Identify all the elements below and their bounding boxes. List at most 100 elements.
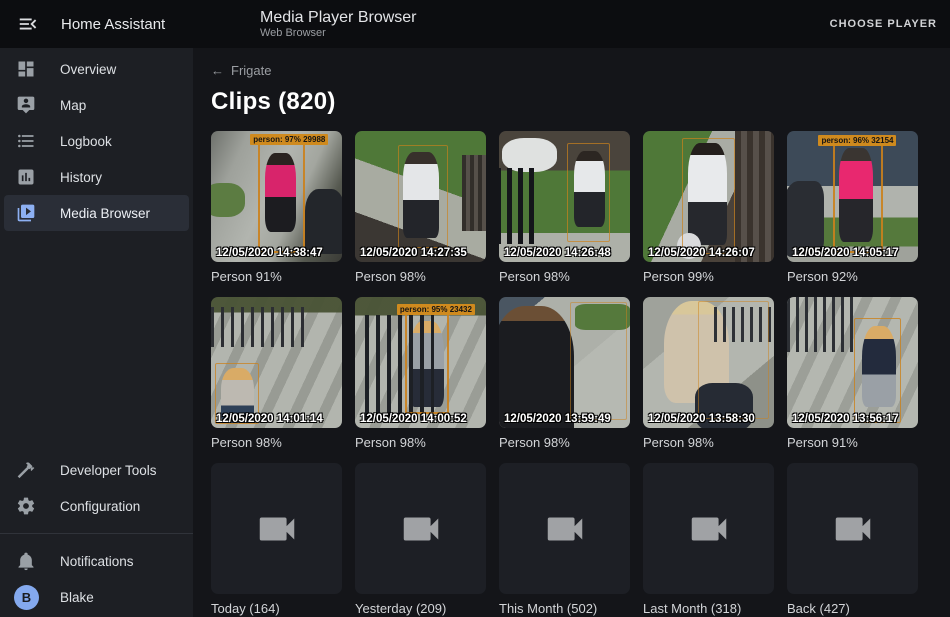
clip-timestamp: 12/05/2020 14:26:07	[648, 247, 755, 259]
clip-item[interactable]: 12/05/2020 14:26:07 Person 99%	[643, 131, 774, 284]
clip-item[interactable]: 12/05/2020 14:01:14Person 98%	[211, 297, 342, 450]
clip-thumbnail: person: 97% 29988 12/05/2020 14:38:47	[211, 131, 342, 262]
detection-label: person: 96% 32154	[818, 135, 896, 146]
detection-label: person: 95% 23432	[397, 304, 475, 315]
sidebar-item-label: Developer Tools	[60, 463, 157, 478]
panel-subtitle: Web Browser	[260, 27, 817, 40]
sidebar-item-developer-tools[interactable]: Developer Tools	[4, 452, 189, 488]
sidebar-item-label: Overview	[60, 62, 116, 77]
folder-caption: Today (164)	[211, 601, 342, 616]
clip-item[interactable]: person: 95% 2343212/05/2020 14:00:52Pers…	[355, 297, 486, 450]
breadcrumb-back[interactable]: ← Frigate	[211, 63, 271, 78]
clip-caption: Person 99%	[643, 269, 774, 284]
sidebar-item-label: Logbook	[60, 134, 112, 149]
menu-open-icon	[17, 13, 39, 35]
clip-thumbnail: person: 96% 32154 12/05/2020 14:05:17	[787, 131, 918, 262]
sidebar-item-profile[interactable]: B Blake	[4, 579, 189, 615]
clip-item[interactable]: 12/05/2020 14:26:48 Person 98%	[499, 131, 630, 284]
clip-caption: Person 98%	[499, 435, 630, 450]
history-icon	[16, 167, 36, 187]
folder-thumbnail	[499, 463, 630, 594]
gear-icon	[16, 496, 36, 516]
panel-header: Media Player Browser Web Browser	[193, 8, 817, 40]
clip-item[interactable]: 12/05/2020 13:56:17 Person 91%	[787, 297, 918, 450]
detection-label: person: 97% 29988	[250, 134, 328, 145]
clip-timestamp: 12/05/2020 14:05:17	[792, 247, 899, 259]
video-camera-icon	[542, 506, 588, 552]
scene-shape	[462, 155, 486, 231]
sidebar-item-media-browser[interactable]: Media Browser	[4, 195, 189, 231]
detection-bbox	[567, 143, 610, 243]
clip-thumbnail: 12/05/2020 14:26:48	[499, 131, 630, 262]
sidebar-item-label: History	[60, 170, 102, 185]
scene-shape	[499, 306, 574, 428]
folder-item[interactable]: This Month (502)	[499, 463, 630, 616]
video-camera-icon	[254, 506, 300, 552]
top-app-bar: Home Assistant Media Player Browser Web …	[0, 0, 950, 48]
folder-thumbnail	[211, 463, 342, 594]
sidebar-item-map[interactable]: Map	[4, 87, 189, 123]
folder-item[interactable]: Yesterday (209)	[355, 463, 486, 616]
folder-thumbnail	[643, 463, 774, 594]
sidebar-item-label: Notifications	[60, 554, 134, 569]
hammer-icon	[16, 460, 36, 480]
sidebar-item-label: Map	[60, 98, 86, 113]
folder-thumbnail	[355, 463, 486, 594]
folder-caption: Yesterday (209)	[355, 601, 486, 616]
clip-caption: Person 91%	[211, 269, 342, 284]
clip-timestamp: 12/05/2020 14:26:48	[504, 247, 611, 259]
clip-caption: Person 98%	[499, 269, 630, 284]
bell-icon	[16, 551, 36, 571]
clip-thumbnail: person: 95% 23432 12/05/2020 14:00:52	[355, 297, 486, 428]
sidebar-item-notifications[interactable]: Notifications	[4, 543, 189, 579]
sidebar-item-logbook[interactable]: Logbook	[4, 123, 189, 159]
scene-shape	[787, 297, 858, 352]
clip-caption: Person 98%	[355, 269, 486, 284]
clip-item[interactable]: 12/05/2020 14:27:35 Person 98%	[355, 131, 486, 284]
sidebar-item-history[interactable]: History	[4, 159, 189, 195]
clip-timestamp: 12/05/2020 14:00:52	[360, 413, 467, 425]
folder-thumbnail	[787, 463, 918, 594]
clip-timestamp: 12/05/2020 13:59:49	[504, 413, 611, 425]
scene-shape	[502, 138, 557, 172]
folder-item[interactable]: Back (427)	[787, 463, 918, 616]
clip-item[interactable]: 12/05/2020 13:59:49 Person 98%	[499, 297, 630, 450]
clip-timestamp: 12/05/2020 14:27:35	[360, 247, 467, 259]
clip-timestamp: 12/05/2020 13:56:17	[792, 413, 899, 425]
panel-title: Media Player Browser	[260, 8, 817, 27]
folder-item[interactable]: Today (164)	[211, 463, 342, 616]
scene-shape	[499, 168, 536, 244]
clip-thumbnail: 12/05/2020 13:59:49	[499, 297, 630, 428]
clip-item[interactable]: person: 97% 29988 12/05/2020 14:38:47 Pers…	[211, 131, 342, 284]
media-browser-icon	[16, 203, 36, 223]
detection-bbox	[854, 318, 901, 423]
folder-caption: This Month (502)	[499, 601, 630, 616]
sidebar-item-label: Media Browser	[60, 206, 150, 221]
clip-item[interactable]: person: 96% 3215412/05/2020 14:05:17Pers…	[787, 131, 918, 284]
avatar: B	[14, 585, 39, 610]
choose-player-button[interactable]: CHOOSE PLAYER	[817, 10, 950, 38]
sidebar-spacer	[0, 231, 193, 452]
clip-item[interactable]: 12/05/2020 13:58:30Person 98%	[643, 297, 774, 450]
clip-timestamp: 12/05/2020 14:01:14	[216, 413, 323, 425]
overview-icon	[16, 59, 36, 79]
detection-bbox	[698, 301, 769, 419]
folder-item[interactable]: Last Month (318)	[643, 463, 774, 616]
detection-bbox	[398, 145, 448, 247]
video-camera-icon	[686, 506, 732, 552]
sidebar-toggle-button[interactable]	[17, 13, 39, 35]
logbook-icon	[16, 131, 36, 151]
clip-caption: Person 91%	[787, 435, 918, 450]
video-camera-icon	[398, 506, 444, 552]
scene-shape	[211, 307, 305, 346]
clip-timestamp: 12/05/2020 14:38:47	[216, 247, 323, 259]
sidebar-item-configuration[interactable]: Configuration	[4, 488, 189, 524]
detection-bbox	[570, 302, 628, 420]
clip-thumbnail: 12/05/2020 14:01:14	[211, 297, 342, 428]
sidebar-item-label: Blake	[60, 590, 94, 605]
app-title: Home Assistant	[61, 16, 165, 33]
detection-bbox	[258, 139, 305, 253]
sidebar-item-overview[interactable]: Overview	[4, 51, 189, 87]
detection-bbox	[682, 138, 734, 255]
sidebar-header: Home Assistant	[0, 13, 193, 35]
